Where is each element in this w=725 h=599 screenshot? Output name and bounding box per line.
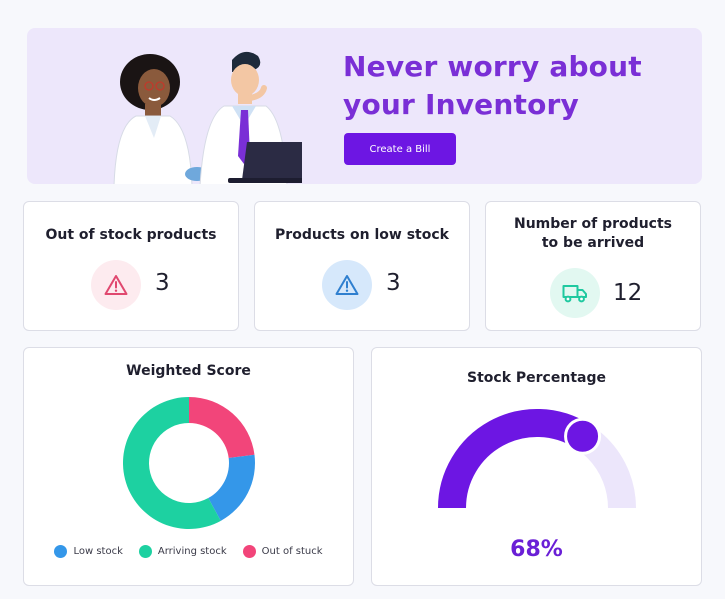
doctors-illustration: [113, 51, 302, 184]
donut-slice-out-of-stuck[interactable]: [189, 397, 255, 458]
arriving-products-count: 12: [613, 280, 643, 306]
legend-label: Out of stuck: [261, 546, 323, 557]
weighted-score-title: Weighted Score: [126, 363, 251, 379]
hero-banner: Never worry about your Inventory Create …: [27, 28, 702, 184]
legend-label: Arriving stock: [157, 546, 227, 557]
arriving-products-title: Number of products to be arrived: [486, 215, 700, 253]
legend-label: Low stock: [73, 546, 123, 557]
weighted-score-donut: [123, 397, 255, 529]
gauge-knob[interactable]: [564, 417, 602, 455]
out-of-stock-card[interactable]: Out of stock products 3: [23, 201, 239, 331]
warning-triangle-icon: [91, 260, 141, 310]
out-of-stock-count: 3: [155, 270, 170, 296]
stock-percentage-gauge: [438, 409, 636, 509]
out-of-stock-title: Out of stock products: [45, 227, 217, 243]
arriving-products-title-line2: to be arrived: [541, 235, 645, 251]
weighted-score-panel: Weighted Score Low stock Arriving stock …: [23, 347, 354, 586]
banner-title-line2: your Inventory: [343, 88, 579, 121]
low-stock-title: Products on low stock: [275, 227, 449, 243]
legend-item-low-stock[interactable]: Low stock: [54, 545, 123, 558]
legend-dot: [54, 545, 68, 558]
arriving-products-title-line1: Number of products: [513, 216, 672, 232]
legend-dot: [138, 545, 152, 558]
legend-item-out-of-stock[interactable]: Out of stuck: [242, 545, 323, 558]
low-stock-count: 3: [386, 270, 401, 296]
gauge-fill: [438, 409, 591, 509]
legend-dot: [242, 545, 256, 558]
truck-icon: [550, 268, 600, 318]
warning-triangle-icon: [322, 260, 372, 310]
stock-percentage-value: 68%: [510, 537, 563, 562]
low-stock-card[interactable]: Products on low stock 3: [254, 201, 470, 331]
create-bill-button[interactable]: Create a Bill: [344, 133, 456, 165]
stock-percentage-panel: Stock Percentage 68%: [371, 347, 702, 586]
banner-title: Never worry about your Inventory: [343, 48, 683, 124]
stock-percentage-title: Stock Percentage: [467, 370, 606, 386]
banner-title-line1: Never worry about: [343, 50, 642, 83]
legend-item-arriving-stock[interactable]: Arriving stock: [138, 545, 227, 558]
arriving-products-card[interactable]: Number of products to be arrived 12: [485, 201, 701, 331]
weighted-score-legend: Low stock Arriving stock Out of stuck: [24, 545, 353, 558]
